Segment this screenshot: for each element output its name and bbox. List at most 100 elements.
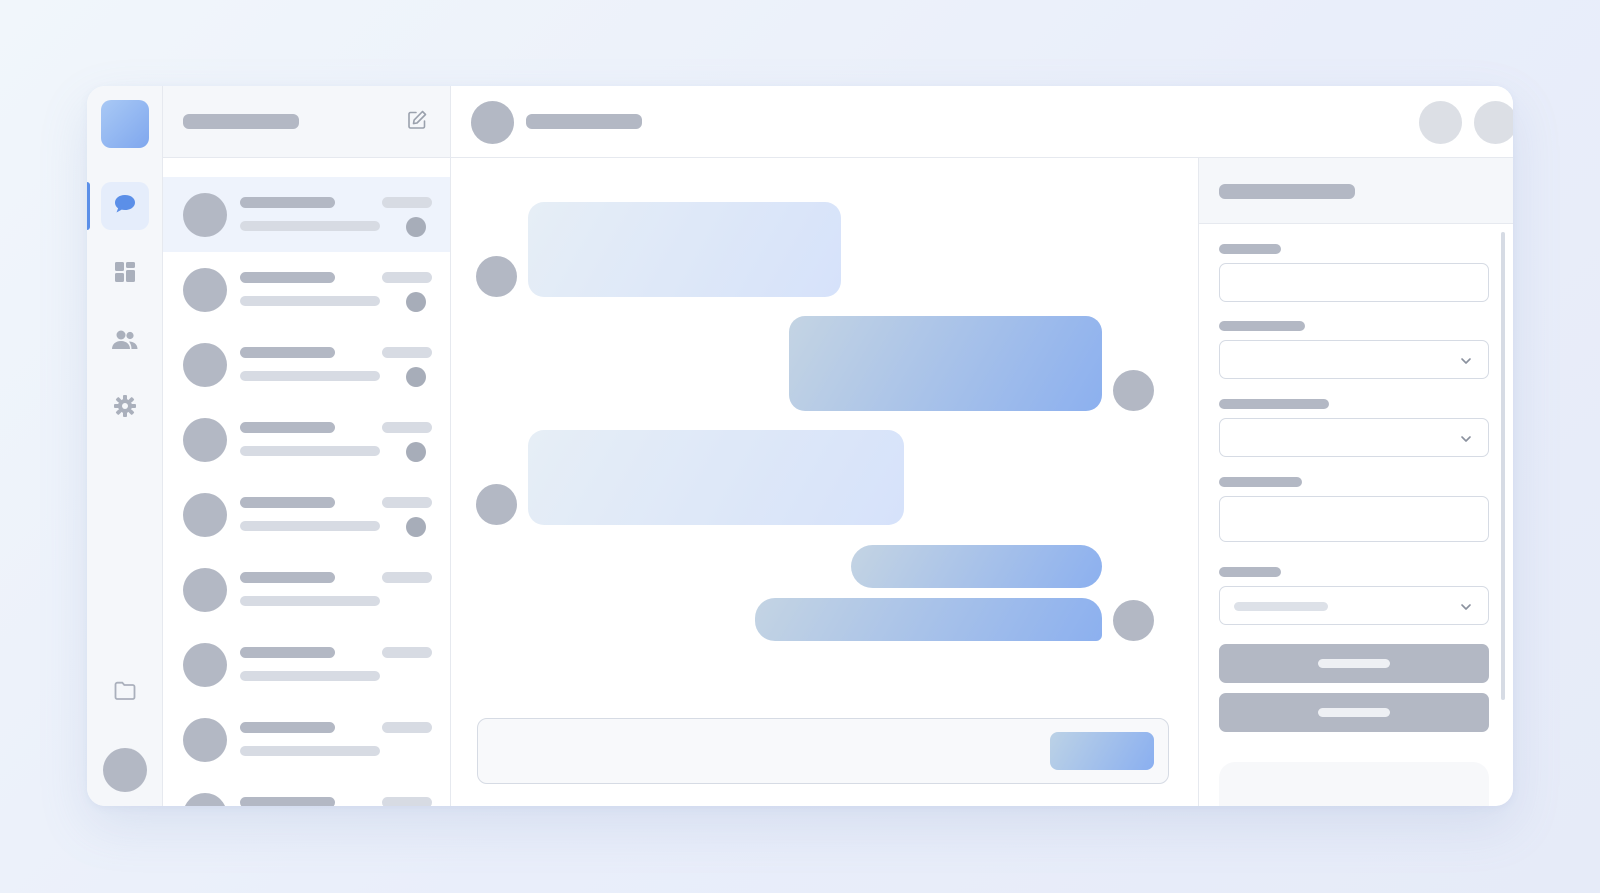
message-bubble-incoming <box>528 202 841 297</box>
gear-icon <box>113 394 137 423</box>
contact-name <box>240 272 335 283</box>
panel-card <box>1219 762 1489 806</box>
contact-avatar <box>183 418 227 462</box>
select-field[interactable] <box>1219 340 1489 379</box>
field-label <box>1219 399 1329 409</box>
details-panel-title <box>1219 184 1355 199</box>
conversation-list <box>163 177 450 806</box>
message-avatar <box>1113 600 1154 641</box>
conversation-item[interactable] <box>163 477 450 552</box>
field-label <box>1219 244 1281 254</box>
message-preview <box>240 746 380 756</box>
message-avatar <box>1113 370 1154 411</box>
field-label <box>1219 477 1302 487</box>
unread-badge <box>406 292 426 312</box>
contact-name <box>240 422 335 433</box>
conversation-item[interactable] <box>163 552 450 627</box>
contact-name <box>240 647 335 658</box>
chevron-down-icon <box>1460 432 1472 450</box>
message-bubble-incoming <box>528 430 904 525</box>
message-time <box>382 272 432 283</box>
message-preview <box>240 371 380 381</box>
contact-avatar <box>183 718 227 762</box>
contact-name <box>240 347 335 358</box>
app-logo <box>101 100 149 148</box>
compose-icon <box>406 109 428 136</box>
conversation-item[interactable] <box>163 627 450 702</box>
unread-badge <box>406 217 426 237</box>
message-preview <box>240 296 380 306</box>
message-time <box>382 422 432 433</box>
conversation-item[interactable] <box>163 402 450 477</box>
message-preview <box>240 671 380 681</box>
message-time <box>382 647 432 658</box>
conversation-item[interactable] <box>163 777 450 806</box>
nav-files[interactable] <box>101 668 149 716</box>
unread-badge <box>406 367 426 387</box>
contact-name <box>240 197 335 208</box>
chevron-down-icon <box>1460 600 1472 618</box>
app-window <box>87 86 1513 806</box>
details-panel <box>1199 86 1513 806</box>
contact-name <box>240 497 335 508</box>
select-field[interactable] <box>1219 586 1489 625</box>
message-time <box>382 797 432 806</box>
conversation-item[interactable] <box>163 702 450 777</box>
conversation-item[interactable] <box>163 252 450 327</box>
button-label <box>1318 659 1390 668</box>
unread-badge <box>406 442 426 462</box>
message-bubble-outgoing <box>789 316 1102 411</box>
field-label <box>1219 567 1281 577</box>
unread-badge <box>406 517 426 537</box>
call-action-button[interactable] <box>1419 101 1462 144</box>
message-avatar <box>476 484 517 525</box>
message-preview <box>240 521 380 531</box>
users-icon <box>111 329 139 356</box>
user-avatar[interactable] <box>103 748 147 792</box>
message-time <box>382 572 432 583</box>
conversation-list-title <box>183 114 299 129</box>
chat-header <box>451 86 1513 158</box>
send-button[interactable] <box>1050 732 1154 770</box>
nav-rail <box>87 86 163 806</box>
peer-avatar[interactable] <box>471 101 514 144</box>
message-time <box>382 497 432 508</box>
text-field[interactable] <box>1219 263 1489 302</box>
message-bubble-outgoing <box>851 545 1102 588</box>
contact-avatar <box>183 343 227 387</box>
contact-avatar <box>183 793 227 806</box>
message-preview <box>240 446 380 456</box>
video-action-button[interactable] <box>1474 101 1513 144</box>
chat-bubble-icon <box>112 192 138 221</box>
select-field[interactable] <box>1219 418 1489 457</box>
conversation-list-header <box>163 86 450 158</box>
conversation-list-panel <box>163 86 451 806</box>
button-label <box>1318 708 1390 717</box>
contact-avatar <box>183 568 227 612</box>
field-label <box>1219 321 1305 331</box>
message-time <box>382 197 432 208</box>
textarea-field[interactable] <box>1219 496 1489 542</box>
nav-contacts[interactable] <box>101 318 149 366</box>
contact-avatar <box>183 193 227 237</box>
select-value <box>1234 602 1328 611</box>
nav-dashboard[interactable] <box>101 250 149 298</box>
message-preview <box>240 221 380 231</box>
secondary-button[interactable] <box>1219 693 1489 732</box>
message-time <box>382 722 432 733</box>
conversation-item[interactable] <box>163 177 450 252</box>
message-composer[interactable] <box>477 718 1169 784</box>
conversation-item[interactable] <box>163 327 450 402</box>
message-avatar <box>476 256 517 297</box>
nav-settings[interactable] <box>101 384 149 432</box>
contact-avatar <box>183 268 227 312</box>
active-indicator <box>87 182 90 230</box>
message-time <box>382 347 432 358</box>
panel-scrollbar[interactable] <box>1501 232 1505 700</box>
compose-button[interactable] <box>405 110 429 134</box>
primary-button[interactable] <box>1219 644 1489 683</box>
nav-chats[interactable] <box>101 182 149 230</box>
peer-name <box>526 114 642 129</box>
contact-name <box>240 722 335 733</box>
folder-icon <box>113 679 137 706</box>
